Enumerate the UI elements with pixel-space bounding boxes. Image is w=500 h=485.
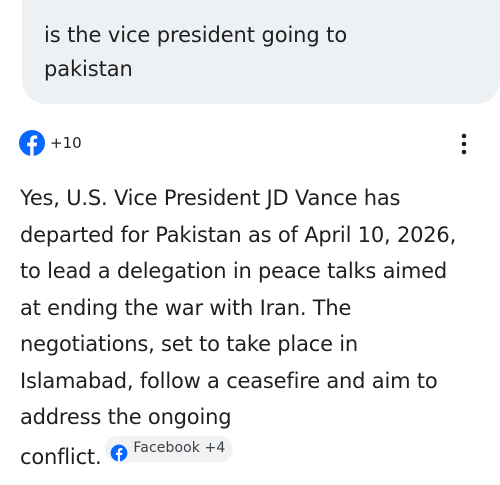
answer-line: address the ongoing	[20, 405, 232, 429]
answer-line: Yes, U.S. Vice President JD Vance has	[20, 186, 401, 210]
ai-answer: Yes, U.S. Vice President JD Vance has de…	[20, 180, 490, 475]
more-vert-icon	[461, 133, 467, 155]
more-options-button[interactable]	[452, 130, 476, 158]
citation-chip[interactable]: Facebook +4	[105, 435, 234, 462]
answer-line: Islamabad, follow a ceasefire and aim to	[20, 368, 438, 393]
answer-line: to lead a delegation in peace talks aime…	[20, 259, 448, 283]
sources-count: +10	[50, 134, 82, 152]
facebook-icon	[18, 129, 46, 157]
answer-line: departed for Pakistan as of April 10, 20…	[20, 222, 457, 247]
sources-button[interactable]: +10	[18, 128, 82, 158]
answer-last-line: conflict. Facebook +4	[20, 435, 490, 476]
answer-line: negotiations, set to take place in	[20, 332, 359, 356]
citation-chip-label: Facebook +4	[133, 440, 226, 457]
user-query-bubble: is the vice president going to pakistan	[22, 0, 500, 104]
user-query-text: is the vice president going to pakistan	[44, 23, 348, 81]
answer-line-text: conflict.	[20, 444, 102, 469]
facebook-icon	[110, 440, 128, 461]
answer-line: at ending the war with Iran. The	[20, 295, 352, 320]
